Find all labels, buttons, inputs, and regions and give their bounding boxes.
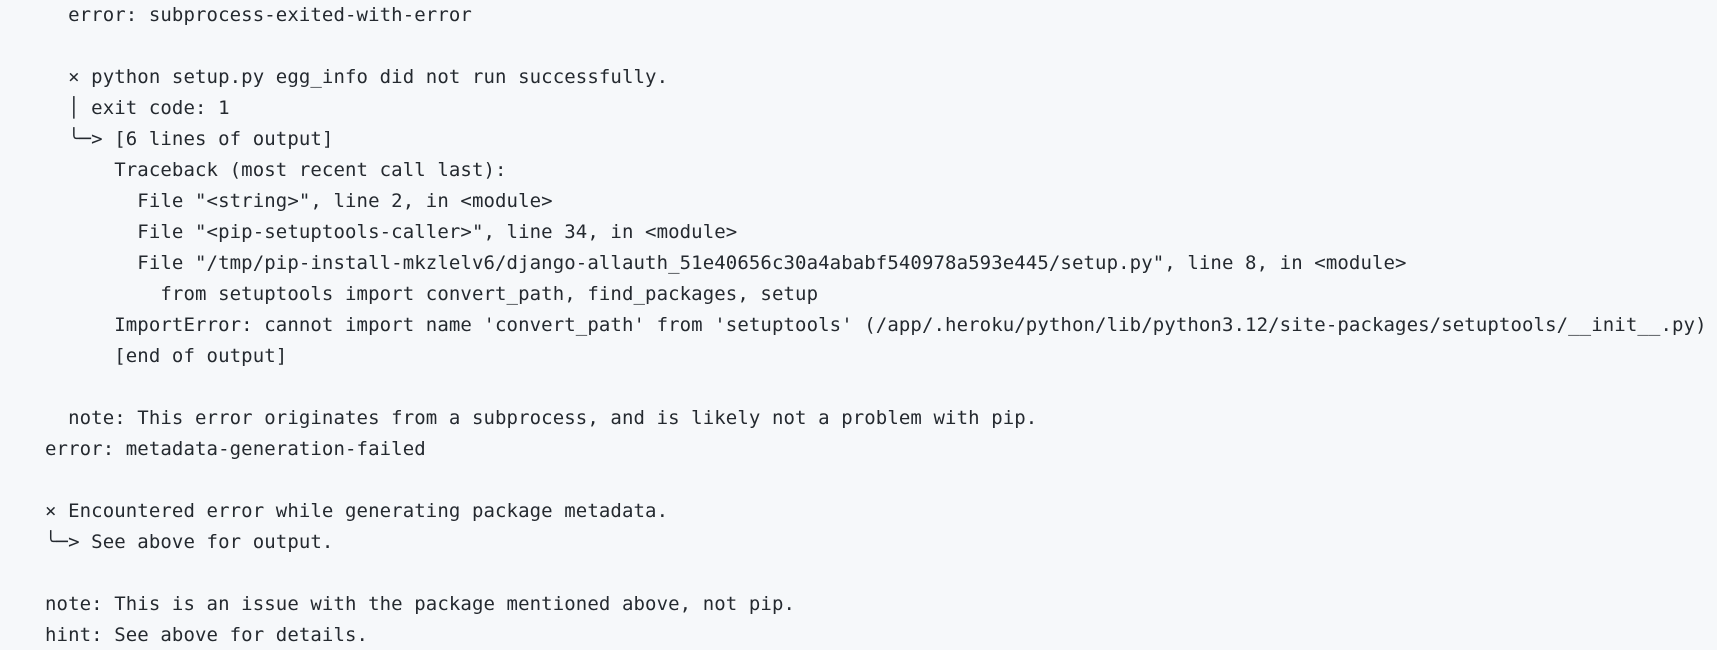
code-line: × python setup.py egg_info did not run s… xyxy=(45,66,669,88)
code-lines: error: subprocess-exited-with-error × py… xyxy=(45,0,1717,650)
code-line: error: metadata-generation-failed xyxy=(45,438,426,460)
code-line: │ exit code: 1 xyxy=(45,97,230,119)
code-line: ╰─> [6 lines of output] xyxy=(45,128,334,150)
code-line: error: subprocess-exited-with-error xyxy=(45,4,472,26)
code-line: ImportError: cannot import name 'convert… xyxy=(45,314,1707,336)
code-line: × Encountered error while generating pac… xyxy=(45,500,669,522)
code-line: ╰─> See above for output. xyxy=(45,531,334,553)
code-line: note: This error originates from a subpr… xyxy=(45,407,1038,429)
code-line: File "<pip-setuptools-caller>", line 34,… xyxy=(45,221,738,243)
code-line: hint: See above for details. xyxy=(45,624,369,646)
code-line: Traceback (most recent call last): xyxy=(45,159,507,181)
code-block: error: subprocess-exited-with-error × py… xyxy=(0,0,1717,650)
code-line: note: This is an issue with the package … xyxy=(45,593,796,615)
code-line: [end of output] xyxy=(45,345,288,367)
code-line: File "<string>", line 2, in <module> xyxy=(45,190,553,212)
code-line: File "/tmp/pip-install-mkzlelv6/django-a… xyxy=(45,252,1407,274)
code-line: from setuptools import convert_path, fin… xyxy=(45,283,819,305)
